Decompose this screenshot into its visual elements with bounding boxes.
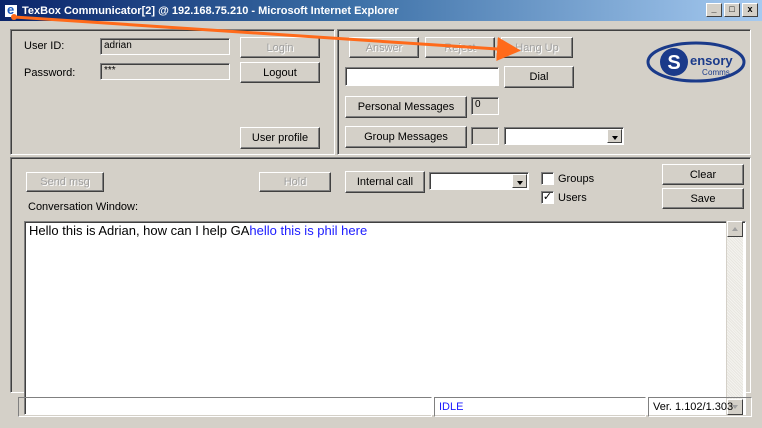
group-messages-count (471, 127, 499, 145)
clear-button[interactable]: Clear (662, 164, 744, 185)
status-message (18, 397, 432, 417)
app-window: User ID: adrian Password: *** Login Logo… (4, 25, 758, 425)
internal-call-select[interactable] (429, 172, 529, 190)
chevron-down-icon[interactable] (512, 174, 527, 188)
hold-button[interactable]: Hold (259, 172, 331, 192)
reject-button[interactable]: Reject (425, 37, 495, 58)
internal-call-button[interactable]: Internal call (345, 171, 425, 193)
chevron-down-icon[interactable] (607, 129, 622, 143)
conversation-label: Conversation Window: (28, 201, 139, 213)
dial-number-input[interactable] (345, 67, 499, 86)
minimize-button[interactable]: _ (706, 3, 722, 17)
groups-checkbox[interactable] (541, 172, 554, 185)
answer-button[interactable]: Answer (349, 37, 419, 58)
sensory-comms-logo: S ensory C omms (646, 41, 746, 83)
personal-messages-button[interactable]: Personal Messages (345, 96, 467, 118)
password-field[interactable]: *** (100, 63, 230, 80)
user-id-label: User ID: (24, 40, 65, 52)
remote-message: hello this is phil here (249, 223, 368, 238)
password-label: Password: (24, 67, 76, 79)
user-id-field[interactable]: adrian (100, 38, 230, 55)
maximize-button[interactable]: □ (724, 3, 740, 17)
logout-button[interactable]: Logout (240, 62, 320, 83)
status-state: IDLE (434, 397, 646, 417)
version-label: Ver. 1.102/1.303 (648, 397, 752, 417)
hang-up-button[interactable]: Hang Up (501, 37, 573, 58)
send-message-button[interactable]: Send msg (26, 172, 104, 192)
scroll-up-icon[interactable] (727, 221, 743, 237)
users-label: Users (558, 192, 587, 204)
window-controls: _ □ x (706, 3, 758, 17)
conversation-scrollbar[interactable] (726, 221, 743, 415)
title-bar[interactable]: TexBox Communicator[2] @ 192.168.75.210 … (0, 0, 762, 21)
group-messages-button[interactable]: Group Messages (345, 126, 467, 148)
close-button[interactable]: x (742, 3, 758, 17)
user-profile-button[interactable]: User profile (240, 127, 320, 149)
login-button[interactable]: Login (240, 37, 320, 58)
logo-brand: ensory (690, 53, 733, 68)
window-title: TexBox Communicator[2] @ 192.168.75.210 … (22, 4, 399, 17)
users-checkbox[interactable]: ✓ (541, 191, 554, 204)
personal-messages-count: 0 (471, 97, 499, 115)
groups-label: Groups (558, 173, 595, 185)
local-message: Hello this is Adrian, how can I help GA (29, 223, 250, 238)
save-button[interactable]: Save (662, 188, 744, 209)
dial-button[interactable]: Dial (504, 66, 574, 88)
logo-sub: omms (708, 68, 730, 77)
ie-icon (4, 2, 18, 18)
group-select[interactable] (504, 127, 624, 145)
logo-initial: S (667, 52, 680, 74)
conversation-window[interactable]: Hello this is Adrian, how can I help GAh… (24, 221, 746, 415)
